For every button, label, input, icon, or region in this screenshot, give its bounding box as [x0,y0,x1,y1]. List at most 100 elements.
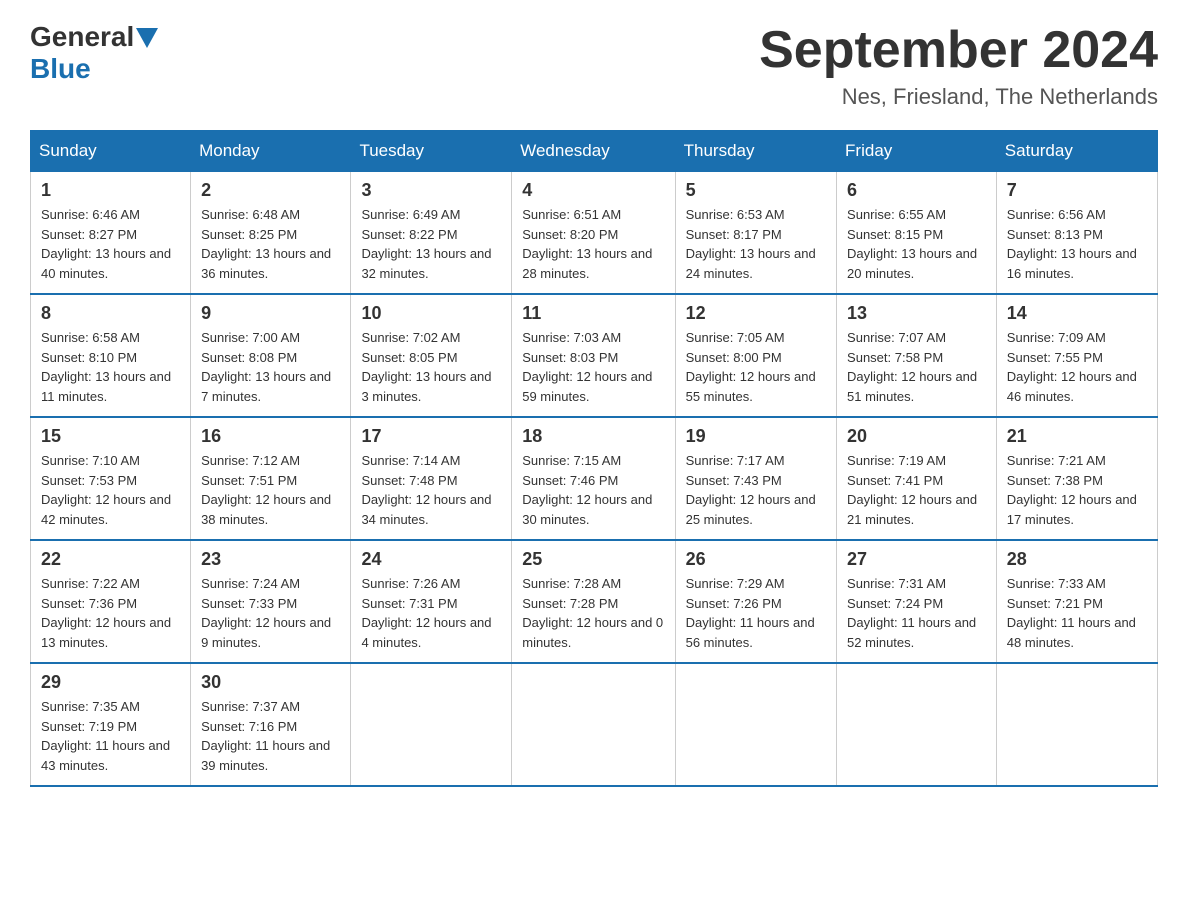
day-number: 12 [686,303,826,324]
calendar-cell: 1 Sunrise: 6:46 AM Sunset: 8:27 PM Daylig… [31,172,191,295]
day-info: Sunrise: 7:10 AM Sunset: 7:53 PM Dayligh… [41,451,180,529]
day-number: 30 [201,672,340,693]
col-tuesday: Tuesday [351,131,512,172]
day-info: Sunrise: 7:02 AM Sunset: 8:05 PM Dayligh… [361,328,501,406]
calendar-cell: 28 Sunrise: 7:33 AM Sunset: 7:21 PM Dayli… [996,540,1157,663]
day-number: 14 [1007,303,1147,324]
day-number: 29 [41,672,180,693]
day-number: 5 [686,180,826,201]
day-info: Sunrise: 7:35 AM Sunset: 7:19 PM Dayligh… [41,697,180,775]
calendar-cell: 26 Sunrise: 7:29 AM Sunset: 7:26 PM Dayli… [675,540,836,663]
day-number: 13 [847,303,986,324]
calendar-cell: 3 Sunrise: 6:49 AM Sunset: 8:22 PM Daylig… [351,172,512,295]
day-info: Sunrise: 6:48 AM Sunset: 8:25 PM Dayligh… [201,205,340,283]
calendar-cell [675,663,836,786]
day-info: Sunrise: 7:33 AM Sunset: 7:21 PM Dayligh… [1007,574,1147,652]
calendar-cell [351,663,512,786]
calendar-cell: 24 Sunrise: 7:26 AM Sunset: 7:31 PM Dayli… [351,540,512,663]
calendar-cell: 11Sunrise: 7:03 AM Sunset: 8:03 PM Dayli… [512,294,675,417]
week-row-5: 29 Sunrise: 7:35 AM Sunset: 7:19 PM Dayli… [31,663,1158,786]
day-info: Sunrise: 7:29 AM Sunset: 7:26 PM Dayligh… [686,574,826,652]
col-thursday: Thursday [675,131,836,172]
day-number: 25 [522,549,664,570]
title-block: September 2024 Nes, Friesland, The Nethe… [759,20,1158,110]
day-number: 9 [201,303,340,324]
calendar-cell: 30Sunrise: 7:37 AM Sunset: 7:16 PM Dayli… [191,663,351,786]
col-sunday: Sunday [31,131,191,172]
calendar-cell: 9 Sunrise: 7:00 AM Sunset: 8:08 PM Daylig… [191,294,351,417]
calendar-cell: 20 Sunrise: 7:19 AM Sunset: 7:41 PM Dayli… [837,417,997,540]
week-row-1: 1 Sunrise: 6:46 AM Sunset: 8:27 PM Daylig… [31,172,1158,295]
day-number: 4 [522,180,664,201]
calendar-cell [837,663,997,786]
calendar-cell: 17 Sunrise: 7:14 AM Sunset: 7:48 PM Dayli… [351,417,512,540]
day-info: Sunrise: 6:49 AM Sunset: 8:22 PM Dayligh… [361,205,501,283]
day-info: Sunrise: 7:24 AM Sunset: 7:33 PM Dayligh… [201,574,340,652]
calendar-cell: 10Sunrise: 7:02 AM Sunset: 8:05 PM Dayli… [351,294,512,417]
day-info: Sunrise: 7:05 AM Sunset: 8:00 PM Dayligh… [686,328,826,406]
logo-general-text: General [30,21,134,53]
day-info: Sunrise: 7:19 AM Sunset: 7:41 PM Dayligh… [847,451,986,529]
calendar-header-row: Sunday Monday Tuesday Wednesday Thursday… [31,131,1158,172]
day-info: Sunrise: 7:07 AM Sunset: 7:58 PM Dayligh… [847,328,986,406]
calendar-cell: 27 Sunrise: 7:31 AM Sunset: 7:24 PM Dayli… [837,540,997,663]
page-header: General Blue September 2024 Nes, Friesla… [30,20,1158,110]
calendar-cell: 15 Sunrise: 7:10 AM Sunset: 7:53 PM Dayli… [31,417,191,540]
week-row-4: 22Sunrise: 7:22 AM Sunset: 7:36 PM Dayli… [31,540,1158,663]
month-title: September 2024 [759,20,1158,80]
calendar-cell [512,663,675,786]
calendar-cell: 5 Sunrise: 6:53 AM Sunset: 8:17 PM Daylig… [675,172,836,295]
col-monday: Monday [191,131,351,172]
calendar-cell: 19 Sunrise: 7:17 AM Sunset: 7:43 PM Dayli… [675,417,836,540]
day-info: Sunrise: 7:15 AM Sunset: 7:46 PM Dayligh… [522,451,664,529]
location-subtitle: Nes, Friesland, The Netherlands [759,84,1158,110]
day-info: Sunrise: 6:56 AM Sunset: 8:13 PM Dayligh… [1007,205,1147,283]
day-number: 16 [201,426,340,447]
day-info: Sunrise: 7:09 AM Sunset: 7:55 PM Dayligh… [1007,328,1147,406]
calendar-cell: 18Sunrise: 7:15 AM Sunset: 7:46 PM Dayli… [512,417,675,540]
day-number: 26 [686,549,826,570]
day-number: 11 [522,303,664,324]
calendar-cell [996,663,1157,786]
col-saturday: Saturday [996,131,1157,172]
day-info: Sunrise: 7:14 AM Sunset: 7:48 PM Dayligh… [361,451,501,529]
calendar-cell: 12 Sunrise: 7:05 AM Sunset: 8:00 PM Dayli… [675,294,836,417]
calendar-table: Sunday Monday Tuesday Wednesday Thursday… [30,130,1158,787]
day-number: 19 [686,426,826,447]
day-number: 6 [847,180,986,201]
week-row-2: 8Sunrise: 6:58 AM Sunset: 8:10 PM Daylig… [31,294,1158,417]
day-number: 15 [41,426,180,447]
day-info: Sunrise: 6:51 AM Sunset: 8:20 PM Dayligh… [522,205,664,283]
calendar-cell: 22Sunrise: 7:22 AM Sunset: 7:36 PM Dayli… [31,540,191,663]
logo-arrow-icon [136,28,158,48]
week-row-3: 15 Sunrise: 7:10 AM Sunset: 7:53 PM Dayli… [31,417,1158,540]
day-info: Sunrise: 6:53 AM Sunset: 8:17 PM Dayligh… [686,205,826,283]
day-info: Sunrise: 7:17 AM Sunset: 7:43 PM Dayligh… [686,451,826,529]
calendar-cell: 7 Sunrise: 6:56 AM Sunset: 8:13 PM Daylig… [996,172,1157,295]
day-info: Sunrise: 7:21 AM Sunset: 7:38 PM Dayligh… [1007,451,1147,529]
day-info: Sunrise: 6:55 AM Sunset: 8:15 PM Dayligh… [847,205,986,283]
col-friday: Friday [837,131,997,172]
day-number: 20 [847,426,986,447]
col-wednesday: Wednesday [512,131,675,172]
day-info: Sunrise: 7:00 AM Sunset: 8:08 PM Dayligh… [201,328,340,406]
day-info: Sunrise: 6:58 AM Sunset: 8:10 PM Dayligh… [41,328,180,406]
calendar-cell: 29 Sunrise: 7:35 AM Sunset: 7:19 PM Dayli… [31,663,191,786]
day-number: 3 [361,180,501,201]
calendar-cell: 13 Sunrise: 7:07 AM Sunset: 7:58 PM Dayli… [837,294,997,417]
day-number: 28 [1007,549,1147,570]
day-info: Sunrise: 7:28 AM Sunset: 7:28 PM Dayligh… [522,574,664,652]
day-info: Sunrise: 7:12 AM Sunset: 7:51 PM Dayligh… [201,451,340,529]
calendar-cell: 8Sunrise: 6:58 AM Sunset: 8:10 PM Daylig… [31,294,191,417]
day-number: 1 [41,180,180,201]
calendar-cell: 2Sunrise: 6:48 AM Sunset: 8:25 PM Daylig… [191,172,351,295]
day-number: 7 [1007,180,1147,201]
day-info: Sunrise: 6:46 AM Sunset: 8:27 PM Dayligh… [41,205,180,283]
day-number: 17 [361,426,501,447]
logo: General Blue [30,20,158,85]
day-info: Sunrise: 7:31 AM Sunset: 7:24 PM Dayligh… [847,574,986,652]
day-number: 24 [361,549,501,570]
calendar-cell: 4 Sunrise: 6:51 AM Sunset: 8:20 PM Daylig… [512,172,675,295]
day-info: Sunrise: 7:26 AM Sunset: 7:31 PM Dayligh… [361,574,501,652]
day-number: 27 [847,549,986,570]
